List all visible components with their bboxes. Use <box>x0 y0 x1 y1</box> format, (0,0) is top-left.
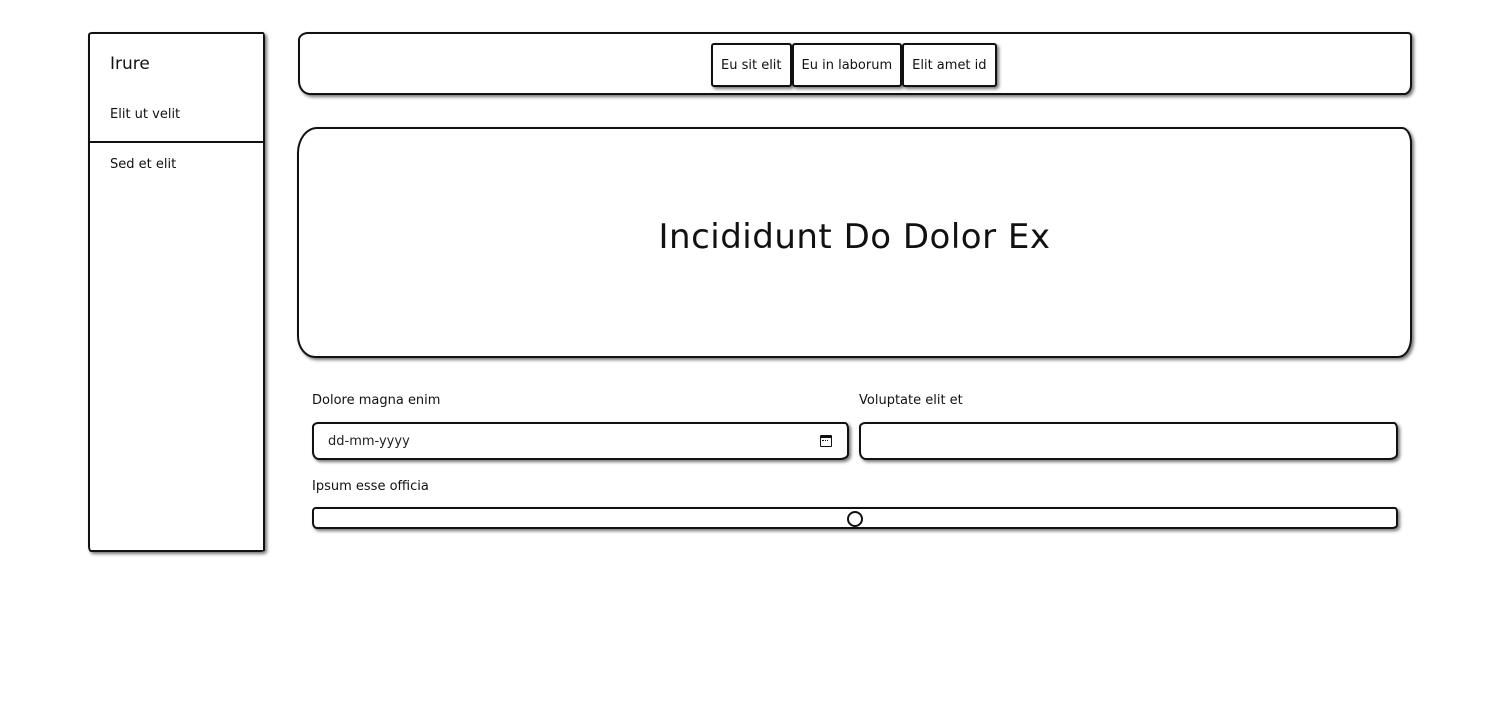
text-field[interactable] <box>859 422 1398 460</box>
sidebar-item-sed-et-elit[interactable]: Sed et elit <box>110 157 176 172</box>
range-slider-thumb[interactable] <box>847 511 863 527</box>
date-field-label: Dolore magna enim <box>312 393 441 408</box>
calendar-icon[interactable] <box>820 435 832 447</box>
tab-eu-in-laborum[interactable]: Eu in laborum <box>791 43 903 87</box>
sidebar-item-elit-ut-velit[interactable]: Elit ut velit <box>110 107 180 122</box>
tab-eu-sit-elit[interactable]: Eu sit elit <box>711 43 792 87</box>
range-field-label: Ipsum esse officia <box>312 479 429 494</box>
sidebar-brand[interactable]: Irure <box>110 54 150 74</box>
tab-group: Eu sit elit Eu in laborum Elit amet id <box>711 43 997 87</box>
range-slider[interactable] <box>312 507 1398 529</box>
sidebar: Irure Elit ut velit Sed et elit <box>88 32 265 552</box>
tab-elit-amet-id[interactable]: Elit amet id <box>902 43 997 87</box>
text-field-label: Voluptate elit et <box>859 393 963 408</box>
top-bar: Eu sit elit Eu in laborum Elit amet id <box>298 32 1412 95</box>
hero-card: Incididunt Do Dolor Ex <box>297 127 1412 358</box>
date-field[interactable]: dd-mm-yyyy <box>312 422 849 460</box>
sidebar-divider <box>90 141 263 143</box>
hero-title: Incididunt Do Dolor Ex <box>658 217 1051 257</box>
date-field-placeholder: dd-mm-yyyy <box>328 433 410 449</box>
